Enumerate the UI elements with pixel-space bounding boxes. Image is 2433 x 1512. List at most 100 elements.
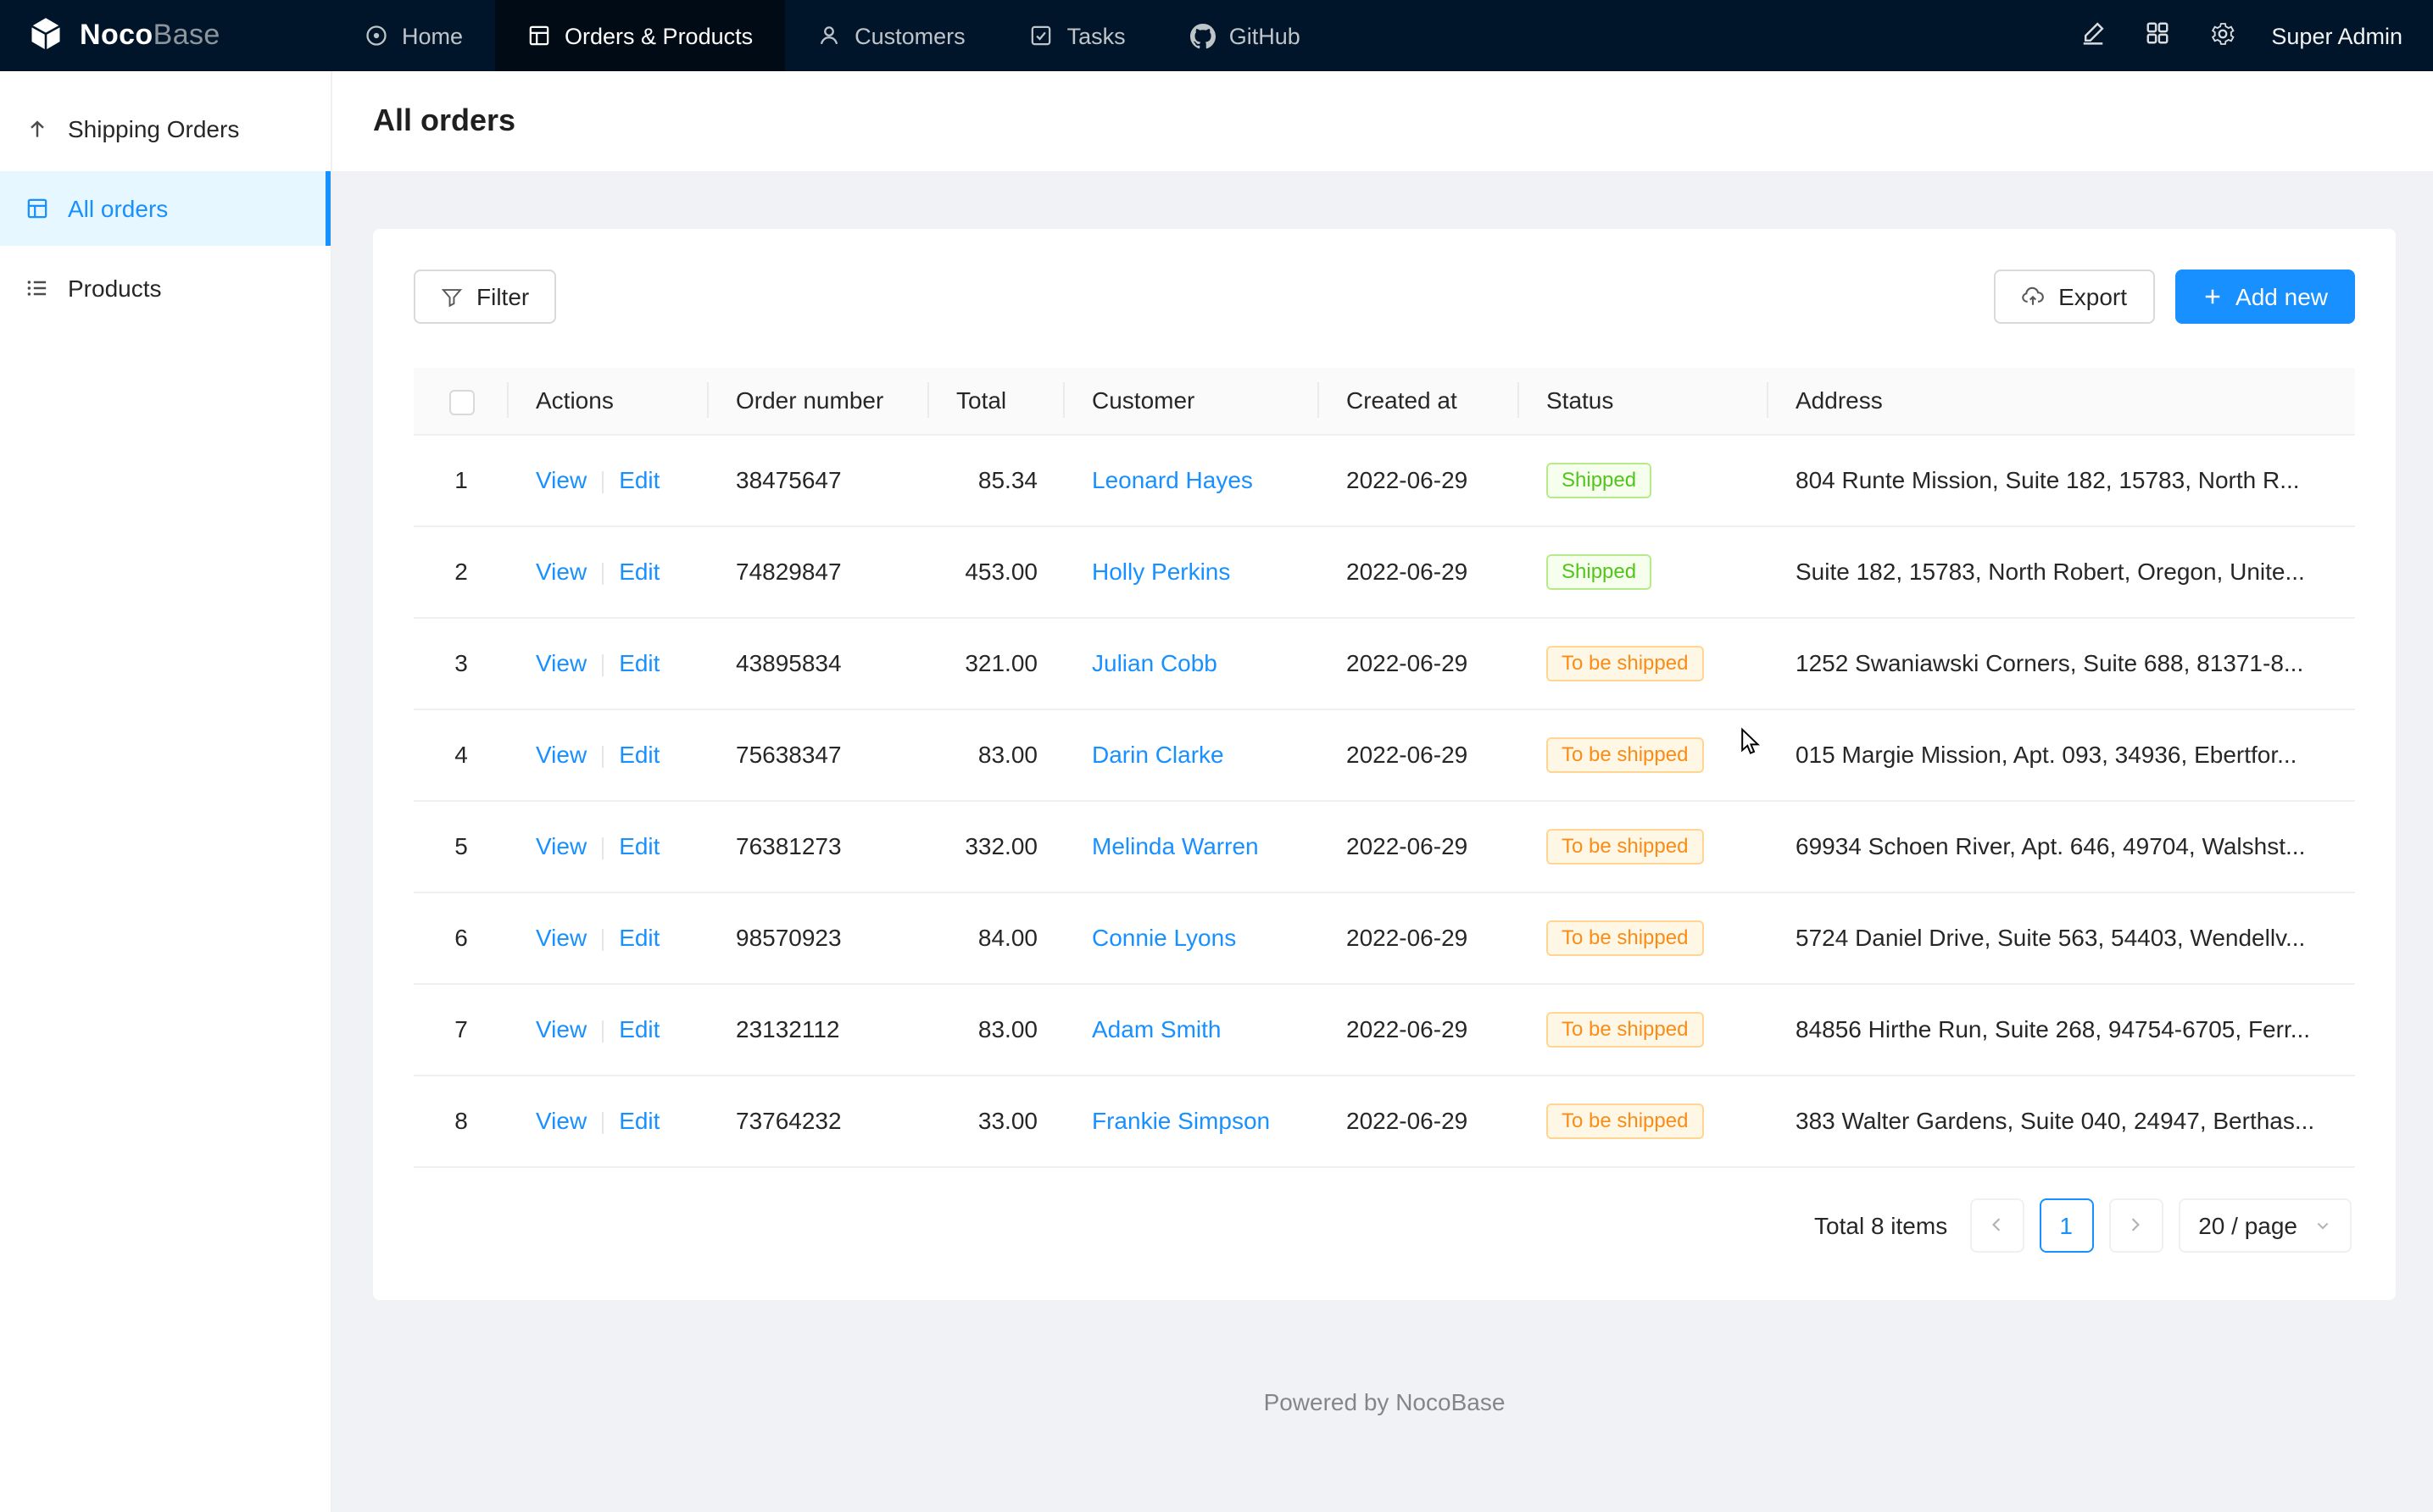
nav-item-label: GitHub <box>1229 23 1300 48</box>
table-row: 4 ViewEdit 75638347 83.00 Darin Clarke 2… <box>414 709 2355 801</box>
nocobase-logo[interactable]: NocoBase <box>0 0 332 71</box>
address-cell: 015 Margie Mission, Apt. 093, 34936, Ebe… <box>1768 709 2355 801</box>
view-link[interactable]: View <box>536 559 587 586</box>
action-divider <box>602 746 604 768</box>
customer-link[interactable]: Darin Clarke <box>1092 742 1224 769</box>
status-cell: To be shipped <box>1519 618 1768 709</box>
actions-cell: View Edit <box>509 984 709 1076</box>
nav-item-customers[interactable]: Customers <box>785 0 998 71</box>
column-header-address: Address <box>1768 368 2355 435</box>
nocobase-logo-icon <box>27 14 64 57</box>
app-viewport: NocoBase Home Orders & Products Cust <box>0 0 2433 1512</box>
customer-link[interactable]: Adam Smith <box>1092 1016 1222 1043</box>
nav-item-tasks[interactable]: Tasks <box>998 0 1158 71</box>
view-link[interactable]: View <box>536 650 587 677</box>
view-link[interactable]: View <box>536 1016 587 1043</box>
page-title: All orders <box>373 103 2392 139</box>
edit-link[interactable]: Edit <box>619 925 660 952</box>
table-row: 5 ViewEdit 76381273 332.00 Melinda Warre… <box>414 801 2355 892</box>
chevron-down-icon <box>2314 1217 2331 1234</box>
orders-card: Filter Export <box>373 229 2396 1300</box>
github-icon <box>1190 23 1216 48</box>
toolbar-right: Export Add new <box>1994 270 2355 324</box>
table-header: Actions Order number Total Customer Crea… <box>414 368 2355 435</box>
edit-link[interactable]: Edit <box>619 833 660 860</box>
view-link[interactable]: View <box>536 742 587 769</box>
table-row: 3 ViewEdit 43895834 321.00 Julian Cobb 2… <box>414 618 2355 709</box>
ui-editor-button[interactable] <box>2064 0 2122 71</box>
sidebar-item-products[interactable]: Products <box>0 251 331 325</box>
settings-button[interactable] <box>2193 0 2251 71</box>
next-page-button[interactable] <box>2108 1198 2163 1253</box>
sidebar-item-shipping-orders[interactable]: Shipping Orders <box>0 92 331 166</box>
status-badge: To be shipped <box>1546 1103 1703 1139</box>
customer-cell: Frankie Simpson <box>1065 1076 1319 1167</box>
filter-button[interactable]: Filter <box>414 270 556 324</box>
table-header-row: Actions Order number Total Customer Crea… <box>414 368 2355 435</box>
customer-link[interactable]: Melinda Warren <box>1092 833 1259 860</box>
actions-cell: View Edit <box>509 892 709 984</box>
page-number-button[interactable]: 1 <box>2039 1198 2093 1253</box>
total-cell: 33.00 <box>929 1076 1065 1167</box>
edit-link[interactable]: Edit <box>619 467 660 494</box>
address-cell: Suite 182, 15783, North Robert, Oregon, … <box>1768 526 2355 618</box>
sidebar-item-label: Shipping Orders <box>68 115 239 142</box>
customer-link[interactable]: Julian Cobb <box>1092 650 1217 677</box>
page-size-select[interactable]: 20 / page <box>2178 1198 2352 1253</box>
edit-link[interactable]: Edit <box>619 650 660 677</box>
view-link[interactable]: View <box>536 833 587 860</box>
status-cell: To be shipped <box>1519 892 1768 984</box>
brand-text: NocoBase <box>80 19 220 53</box>
edit-link[interactable]: Edit <box>619 1108 660 1135</box>
customer-link[interactable]: Frankie Simpson <box>1092 1108 1270 1135</box>
view-link[interactable]: View <box>536 467 587 494</box>
total-cell: 85.34 <box>929 435 1065 526</box>
page-size-value: 20 / page <box>2198 1212 2297 1239</box>
table-row: 7 ViewEdit 23132112 83.00 Adam Smith 202… <box>414 984 2355 1076</box>
previous-page-button[interactable] <box>1969 1198 2024 1253</box>
tasks-check-icon <box>1030 24 1054 47</box>
customer-cell: Leonard Hayes <box>1065 435 1319 526</box>
customer-cell: Darin Clarke <box>1065 709 1319 801</box>
address-cell: 1252 Swaniawski Corners, Suite 688, 8137… <box>1768 618 2355 709</box>
customer-link[interactable]: Connie Lyons <box>1092 925 1236 952</box>
nav-item-home[interactable]: Home <box>332 0 495 71</box>
filter-icon <box>441 286 463 308</box>
status-badge: To be shipped <box>1546 1012 1703 1048</box>
nav-item-label: Tasks <box>1067 23 1126 48</box>
actions-cell: View Edit <box>509 709 709 801</box>
actions-cell: View Edit <box>509 526 709 618</box>
edit-link[interactable]: Edit <box>619 1016 660 1043</box>
created-at-cell: 2022-06-29 <box>1319 892 1519 984</box>
select-all-checkbox[interactable] <box>448 390 474 415</box>
total-cell: 83.00 <box>929 709 1065 801</box>
user-menu[interactable]: Super Admin <box>2271 23 2402 48</box>
address-cell: 804 Runte Mission, Suite 182, 15783, Nor… <box>1768 435 2355 526</box>
add-new-button[interactable]: Add new <box>2174 270 2355 324</box>
column-header-actions: Actions <box>509 368 709 435</box>
view-link[interactable]: View <box>536 1108 587 1135</box>
order-number-cell: 73764232 <box>709 1076 929 1167</box>
status-cell: To be shipped <box>1519 801 1768 892</box>
home-icon <box>365 24 388 47</box>
edit-link[interactable]: Edit <box>619 742 660 769</box>
row-index: 7 <box>414 984 509 1076</box>
edit-link[interactable]: Edit <box>619 559 660 586</box>
nav-item-github[interactable]: GitHub <box>1158 0 1333 71</box>
order-number-cell: 23132112 <box>709 984 929 1076</box>
column-header-total: Total <box>929 368 1065 435</box>
address-cell: 84856 Hirthe Run, Suite 268, 94754-6705,… <box>1768 984 2355 1076</box>
total-cell: 453.00 <box>929 526 1065 618</box>
nav-item-orders-products[interactable]: Orders & Products <box>495 0 785 71</box>
customer-link[interactable]: Leonard Hayes <box>1092 467 1253 494</box>
customer-link[interactable]: Holly Perkins <box>1092 559 1230 586</box>
view-link[interactable]: View <box>536 925 587 952</box>
status-badge: Shipped <box>1546 554 1651 590</box>
sidebar-item-all-orders[interactable]: All orders <box>0 171 331 246</box>
export-button[interactable]: Export <box>1994 270 2154 324</box>
select-all-header <box>414 368 509 435</box>
table-row: 8 ViewEdit 73764232 33.00 Frankie Simpso… <box>414 1076 2355 1167</box>
row-index: 1 <box>414 435 509 526</box>
plugins-button[interactable] <box>2129 0 2186 71</box>
address-cell: 69934 Schoen River, Apt. 646, 49704, Wal… <box>1768 801 2355 892</box>
